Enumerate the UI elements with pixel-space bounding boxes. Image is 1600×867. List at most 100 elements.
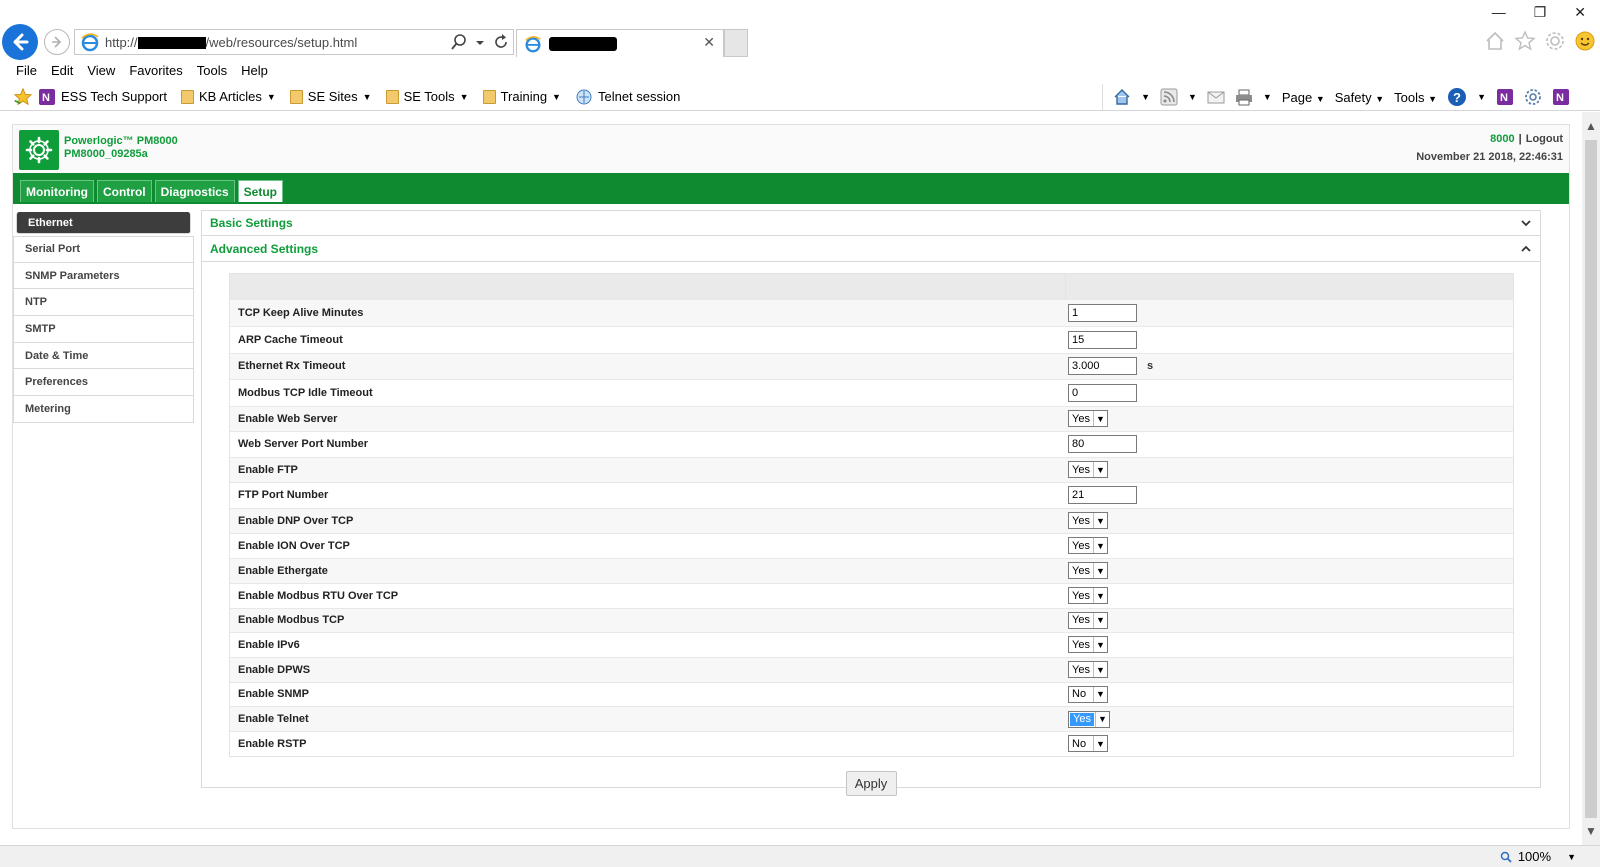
browser-tab[interactable]: ✕ bbox=[516, 29, 724, 57]
enable-rstp-select[interactable]: No ▼ bbox=[1068, 735, 1108, 753]
product-info: Powerlogic™ PM8000 PM8000_09285a bbox=[64, 135, 178, 161]
settings-row-enable-ipv6: Enable IPv6 Yes ▼ bbox=[230, 632, 1513, 657]
tab-setup[interactable]: Setup bbox=[237, 180, 283, 202]
setting-control: Yes ▼ bbox=[1066, 661, 1108, 678]
arp-cache-timeout-input[interactable]: 15 bbox=[1068, 330, 1137, 349]
tab-control[interactable]: Control bbox=[96, 180, 152, 202]
chevron-down-icon: ▼ bbox=[1093, 513, 1107, 528]
ethernet-rx-timeout-input[interactable]: 3.000 bbox=[1068, 357, 1137, 376]
sidebar-item-serial-port[interactable]: Serial Port bbox=[13, 236, 194, 263]
enable-ion-over-tcp-select[interactable]: Yes ▼ bbox=[1068, 537, 1108, 554]
tab-diagnostics[interactable]: Diagnostics bbox=[154, 180, 235, 202]
web-server-port-number-input[interactable]: 80 bbox=[1068, 435, 1137, 453]
chevron-down-icon[interactable]: ▼ bbox=[1477, 92, 1486, 102]
settings-gear-icon[interactable] bbox=[1544, 30, 1566, 52]
ftp-port-number-input[interactable]: 21 bbox=[1068, 486, 1137, 505]
close-tab-icon[interactable]: ✕ bbox=[703, 34, 715, 51]
onenote-send-icon[interactable]: N bbox=[1552, 88, 1570, 106]
enable-dnp-over-tcp-select[interactable]: Yes ▼ bbox=[1068, 512, 1108, 529]
user-link[interactable]: 8000 bbox=[1490, 133, 1514, 145]
enable-snmp-select[interactable]: No ▼ bbox=[1068, 685, 1108, 703]
fav-se-tools[interactable]: SE Tools ▼ bbox=[385, 89, 469, 104]
settings-row-enable-rstp: Enable RSTP No ▼ bbox=[230, 731, 1513, 756]
setting-label: TCP Keep Alive Minutes bbox=[238, 307, 364, 319]
chevron-down-icon[interactable]: ▼ bbox=[1263, 92, 1272, 102]
gear-logo-icon bbox=[19, 130, 59, 170]
enable-ethergate-select[interactable]: Yes ▼ bbox=[1068, 562, 1108, 579]
forward-button[interactable] bbox=[44, 29, 70, 55]
enable-dpws-select[interactable]: Yes ▼ bbox=[1068, 661, 1108, 678]
logout-link[interactable]: Logout bbox=[1526, 133, 1563, 145]
refresh-icon[interactable] bbox=[493, 33, 509, 51]
enable-ipv6-select[interactable]: Yes ▼ bbox=[1068, 636, 1108, 654]
menu-favorites[interactable]: Favorites bbox=[129, 63, 182, 78]
advanced-settings-header[interactable]: Advanced Settings bbox=[201, 236, 1541, 262]
menu-view[interactable]: View bbox=[87, 63, 115, 78]
restore-icon[interactable]: ❐ bbox=[1534, 4, 1547, 21]
home-icon[interactable] bbox=[1484, 30, 1506, 52]
sidebar-item-ethernet[interactable]: Ethernet bbox=[16, 212, 191, 234]
chevron-down-icon[interactable] bbox=[475, 33, 485, 51]
enable-web-server-select[interactable]: Yes ▼ bbox=[1068, 410, 1108, 427]
rss-feed-icon[interactable] bbox=[1160, 88, 1178, 106]
chevron-down-icon[interactable]: ▼ bbox=[1188, 92, 1197, 102]
minimize-icon[interactable]: — bbox=[1492, 4, 1506, 21]
modbus-tcp-idle-timeout-input[interactable]: 0 bbox=[1068, 383, 1137, 402]
new-tab-button[interactable] bbox=[724, 29, 748, 57]
fav-ess-tech-support[interactable]: N ESS Tech Support bbox=[38, 88, 167, 106]
enable-telnet-select[interactable]: Yes ▼ bbox=[1068, 710, 1110, 728]
settings-gear-icon[interactable] bbox=[1524, 88, 1542, 106]
setting-control: 21 bbox=[1066, 486, 1137, 505]
enable-modbus-rtu-over-tcp-select[interactable]: Yes ▼ bbox=[1068, 587, 1108, 604]
chevron-up-icon bbox=[1521, 245, 1531, 252]
menu-edit[interactable]: Edit bbox=[51, 63, 73, 78]
scroll-thumb[interactable] bbox=[1585, 140, 1597, 818]
close-icon[interactable]: ✕ bbox=[1574, 4, 1586, 21]
tools-menu[interactable]: Tools ▼ bbox=[1394, 90, 1437, 105]
read-mail-icon[interactable] bbox=[1207, 88, 1225, 106]
home-icon[interactable] bbox=[1113, 88, 1131, 106]
menu-tools[interactable]: Tools bbox=[197, 63, 227, 78]
page-menu[interactable]: Page ▼ bbox=[1282, 90, 1325, 105]
enable-modbus-tcp-select[interactable]: Yes ▼ bbox=[1068, 611, 1108, 629]
settings-row-enable-snmp: Enable SNMP No ▼ bbox=[230, 681, 1513, 706]
menu-file[interactable]: File bbox=[16, 63, 37, 78]
zoom-control[interactable]: 100% ▼ bbox=[1500, 849, 1576, 864]
sidebar-item-snmp-parameters[interactable]: SNMP Parameters bbox=[13, 262, 194, 290]
favorites-star-icon[interactable] bbox=[1514, 30, 1536, 52]
scroll-up-icon[interactable]: ▲ bbox=[1582, 116, 1600, 136]
select-value: Yes bbox=[1072, 663, 1090, 676]
setting-control: Yes ▼ bbox=[1066, 562, 1108, 579]
sidebar-item-preferences[interactable]: Preferences bbox=[13, 369, 194, 397]
search-icon[interactable] bbox=[451, 33, 467, 51]
address-bar[interactable]: http:///web/resources/setup.html bbox=[74, 29, 514, 55]
tab-monitoring[interactable]: Monitoring bbox=[20, 180, 94, 202]
sidebar-item-ntp[interactable]: NTP bbox=[13, 289, 194, 317]
help-icon[interactable]: ? bbox=[1447, 87, 1467, 107]
menu-help[interactable]: Help bbox=[241, 63, 268, 78]
svg-text:N: N bbox=[42, 92, 50, 104]
chevron-down-icon: ▼ bbox=[1093, 462, 1107, 478]
settings-row-enable-ion-over-tcp: Enable ION Over TCP Yes ▼ bbox=[230, 532, 1513, 558]
fav-telnet-session[interactable]: Telnet session bbox=[575, 88, 680, 106]
chevron-down-icon[interactable]: ▼ bbox=[1141, 92, 1150, 102]
basic-settings-header[interactable]: Basic Settings bbox=[201, 210, 1541, 236]
onenote-icon[interactable]: N bbox=[1496, 88, 1514, 106]
back-button[interactable] bbox=[2, 24, 38, 60]
page-scrollbar[interactable]: ▲ ▼ bbox=[1582, 112, 1600, 845]
print-icon[interactable] bbox=[1235, 88, 1253, 106]
favorites-add-icon[interactable] bbox=[12, 87, 34, 107]
fav-se-sites[interactable]: SE Sites ▼ bbox=[289, 89, 372, 104]
telnet-icon bbox=[576, 89, 592, 104]
scroll-down-icon[interactable]: ▼ bbox=[1582, 821, 1600, 841]
sidebar-item-metering[interactable]: Metering bbox=[13, 396, 194, 423]
feedback-smiley-icon[interactable] bbox=[1574, 30, 1596, 52]
fav-training[interactable]: Training ▼ bbox=[482, 89, 561, 104]
sidebar-item-date-time[interactable]: Date & Time bbox=[13, 342, 194, 370]
fav-kb-articles[interactable]: KB Articles ▼ bbox=[181, 89, 276, 104]
safety-menu[interactable]: Safety ▼ bbox=[1335, 90, 1384, 105]
apply-button[interactable]: Apply bbox=[845, 771, 897, 796]
tcp-keep-alive-minutes-input[interactable]: 1 bbox=[1068, 304, 1137, 322]
sidebar-item-smtp[interactable]: SMTP bbox=[13, 316, 194, 343]
enable-ftp-select[interactable]: Yes ▼ bbox=[1068, 461, 1108, 479]
